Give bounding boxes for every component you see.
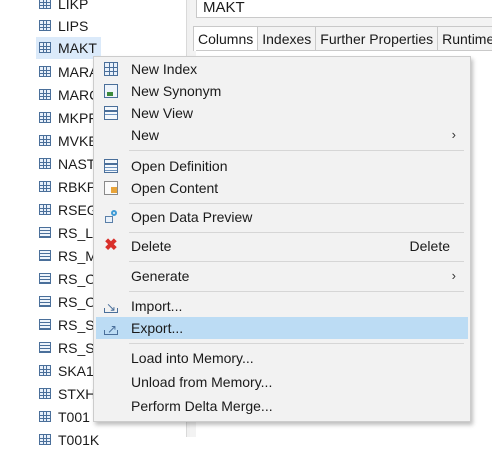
table-icon [39,204,51,215]
tree-item-label: SKA1 [58,363,94,379]
tree-item-lips[interactable]: LIPS [36,15,92,37]
tree-item-rs-o-2[interactable]: RS_O [36,291,100,313]
menu-item-new-view[interactable]: New View [96,102,468,124]
menu-item-import[interactable]: Import... [96,295,468,318]
delete-shortcut: Delete [409,238,450,254]
editor-tabs: Columns Indexes Further Properties Runtime [193,26,492,51]
tab-indexes[interactable]: Indexes [257,26,317,50]
tree-item-rbkp[interactable]: RBKP [36,176,100,198]
tree-item-label: STXH [58,386,96,402]
menu-separator [129,261,464,262]
table-icon [39,181,51,192]
import-icon [104,296,118,318]
tree-item-rs-o[interactable]: RS_O [36,268,100,290]
open-content-icon [104,181,118,195]
tree-item-rs-m[interactable]: RS_M [36,245,101,267]
tree-item-t001[interactable]: T001 [36,406,94,428]
menu-item-open-data-preview[interactable]: Open Data Preview [96,206,468,228]
table-icon [39,112,51,123]
table-icon [39,20,51,31]
tree-item-mkpf[interactable]: MKPF [36,107,101,129]
menu-item-generate[interactable]: Generate › [96,265,468,287]
delete-icon: ✖ [104,237,118,254]
menu-item-perform-delta-merge[interactable]: Perform Delta Merge... [96,395,468,417]
tree-item-ska1[interactable]: SKA1 [36,360,98,382]
tree-item-label: RS_M [58,248,97,264]
view-icon [39,273,51,284]
open-definition-icon [104,159,118,173]
tree-item-label: MAKT [58,40,97,56]
tab-columns[interactable]: Columns [193,26,259,51]
synonym-icon [104,84,118,98]
submenu-arrow-icon: › [451,268,456,283]
menu-item-load-into-memory[interactable]: Load into Memory... [96,347,468,369]
tree-item-t001k[interactable]: T001K [36,429,103,451]
table-name-field[interactable]: MAKT [196,0,492,18]
view-icon [39,296,51,307]
tree-item-label: RSEG [58,202,98,218]
tree-item-label: MVKE [58,133,98,149]
tree-item-label: MKPF [58,110,97,126]
tree-item-stxh[interactable]: STXH [36,383,99,405]
tree-item-label: NAST [58,156,96,172]
table-icon [39,89,51,100]
view-icon [39,342,51,353]
tree-item-makt[interactable]: MAKT [36,37,101,59]
submenu-arrow-icon: › [451,127,456,142]
table-icon [39,0,51,9]
tree-item-nast[interactable]: NAST [36,153,99,175]
menu-separator [129,343,464,344]
table-icon [39,135,51,146]
tree-item-likp[interactable]: LIKP [36,0,92,15]
table-icon [39,365,51,376]
tree-item-label: T001K [58,432,100,448]
data-preview-icon [104,210,118,224]
menu-item-open-definition[interactable]: Open Definition [96,155,468,177]
menu-separator [129,291,464,292]
menu-item-delete[interactable]: ✖ Delete Delete [96,235,468,257]
menu-separator [129,150,464,151]
view-icon [39,319,51,330]
view-icon [39,227,51,238]
tree-item-mvke[interactable]: MVKE [36,130,102,152]
index-icon [104,62,118,76]
table-icon [39,388,51,399]
menu-item-new-index[interactable]: New Index [96,58,468,80]
tree-item-rseg[interactable]: RSEG [36,199,102,221]
menu-item-new[interactable]: New › [96,124,468,146]
menu-item-export[interactable]: Export... [96,317,468,340]
menu-item-new-synonym[interactable]: New Synonym [96,80,468,102]
tree-item-label: RBKP [58,179,97,195]
tab-further-properties[interactable]: Further Properties [315,26,439,50]
tree-item-label: LIPS [58,18,89,34]
table-icon [39,434,51,445]
tree-item-label: RS_O [58,271,97,287]
view-icon [104,106,118,120]
tree-item-label: RS_O [58,294,97,310]
table-icon [39,158,51,169]
tree-item-label: LIKP [58,0,89,12]
menu-separator [129,232,464,233]
table-icon [39,42,51,53]
context-menu: New Index New Synonym New View New › Ope… [93,56,471,422]
view-icon [39,250,51,261]
menu-item-unload-from-memory[interactable]: Unload from Memory... [96,371,468,393]
menu-separator [129,203,464,204]
table-icon [39,66,51,77]
export-icon [104,318,118,340]
table-icon [39,411,51,422]
menu-item-open-content[interactable]: Open Content [96,177,468,199]
tree-item-label: T001 [58,409,90,425]
tab-runtime[interactable]: Runtime [437,26,492,50]
